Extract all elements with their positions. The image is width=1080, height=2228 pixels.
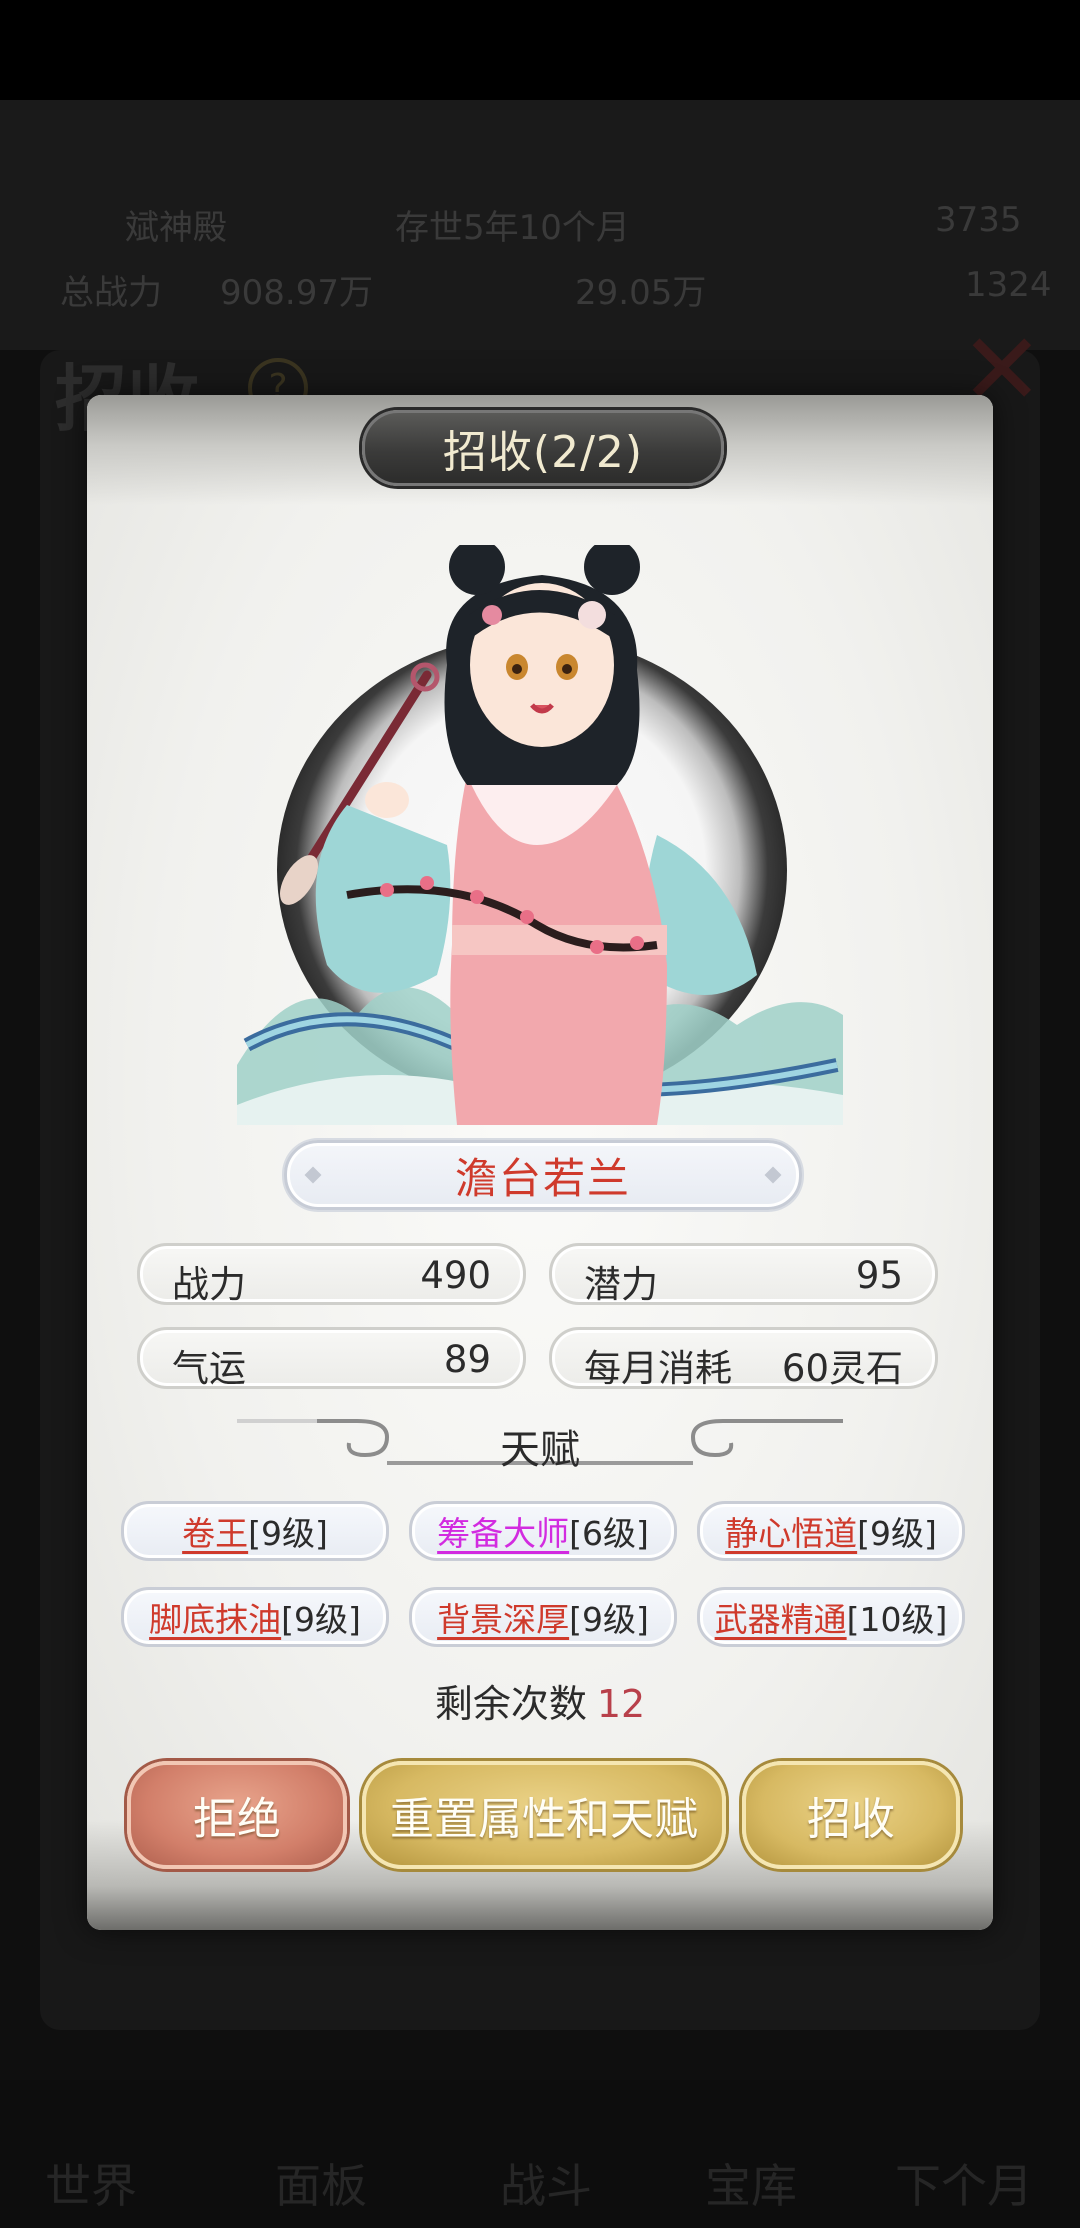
talent-level: [6级] xyxy=(569,1514,649,1553)
talent-section-header: 天赋 xyxy=(237,1415,843,1485)
disciple-name-plate: 澹台若兰 xyxy=(284,1140,802,1210)
stat-label: 每月消耗 xyxy=(584,1347,732,1390)
stat-luck: 气运 89 xyxy=(137,1327,526,1390)
recruit-dialog: 招收(2/2) 澹台若兰 战力 490 潜力 95 气运 89 每月消耗 60灵… xyxy=(87,395,993,1930)
talent-chip[interactable]: 脚底抹油 [9级] xyxy=(121,1587,389,1647)
talent-name: 卷王 xyxy=(182,1514,249,1553)
nav-panel[interactable]: 面板 xyxy=(275,2150,367,2216)
dialog-title: 招收(2/2) xyxy=(362,410,724,486)
talent-chip[interactable]: 武器精通 [10级] xyxy=(697,1587,965,1647)
talent-name: 武器精通 xyxy=(714,1600,847,1639)
talent-chip[interactable]: 静心悟道 [9级] xyxy=(697,1501,965,1561)
total-power-label: 总战力 xyxy=(60,273,162,313)
total-power-value: 908.97万 xyxy=(220,273,373,313)
stat-label: 潜力 xyxy=(584,1263,658,1306)
diamond-ornament-right xyxy=(764,1166,782,1184)
nav-battle[interactable]: 战斗 xyxy=(500,2150,592,2216)
reset-attributes-button[interactable]: 重置属性和天赋 xyxy=(362,1761,726,1869)
disciple-portrait xyxy=(237,545,843,1125)
sect-age: 存世5年10个月 xyxy=(395,208,630,248)
diamond-ornament-left xyxy=(304,1166,322,1184)
disciple-name: 澹台若兰 xyxy=(454,1153,631,1203)
talent-name: 脚底抹油 xyxy=(149,1600,282,1639)
stat-value: 490 xyxy=(420,1254,491,1297)
talent-chip[interactable]: 筹备大师 [6级] xyxy=(409,1501,677,1561)
stat-combat-power: 战力 490 xyxy=(137,1243,526,1306)
recruit-button[interactable]: 招收 xyxy=(742,1761,960,1869)
nav-world[interactable]: 世界 xyxy=(45,2150,137,2216)
sect-name: 斌神殿 xyxy=(125,208,227,248)
talent-chip[interactable]: 卷王 [9级] xyxy=(121,1501,389,1561)
remaining-label: 剩余次数 xyxy=(434,1682,587,1726)
talent-chip[interactable]: 背景深厚 [9级] xyxy=(409,1587,677,1647)
stat-potential: 潜力 95 xyxy=(549,1243,938,1306)
spirit-stone-count: 3735 xyxy=(935,200,1022,240)
remaining-count: 12 xyxy=(596,1682,646,1726)
resource-value: 29.05万 xyxy=(575,273,707,313)
stat-label: 战力 xyxy=(172,1263,246,1306)
remaining-attempts: 剩余次数 12 xyxy=(87,1673,993,1728)
stat-value: 60灵石 xyxy=(781,1347,903,1390)
talent-name: 筹备大师 xyxy=(437,1514,570,1553)
talent-level: [9级] xyxy=(248,1514,328,1553)
talent-name: 静心悟道 xyxy=(725,1514,858,1553)
stat-label: 气运 xyxy=(172,1347,246,1390)
other-resource-value: 1324 xyxy=(965,265,1052,305)
stat-value: 89 xyxy=(443,1338,491,1381)
reject-button[interactable]: 拒绝 xyxy=(127,1761,347,1869)
talent-level: [9级] xyxy=(281,1600,361,1639)
stat-monthly-cost: 每月消耗 60灵石 xyxy=(549,1327,938,1390)
nav-treasury[interactable]: 宝库 xyxy=(705,2150,797,2216)
talent-level: [10级] xyxy=(846,1600,948,1639)
talent-level: [9级] xyxy=(857,1514,937,1553)
nav-next-month[interactable]: 下个月 xyxy=(895,2150,1033,2216)
talent-level: [9级] xyxy=(569,1600,649,1639)
talent-name: 背景深厚 xyxy=(437,1600,570,1639)
character-illustration xyxy=(237,545,843,1125)
sect-header: 斌神殿 存世5年10个月 3735 总战力 908.97万 29.05万 132… xyxy=(0,100,1080,350)
status-bar xyxy=(0,0,1080,100)
talent-header-text: 天赋 xyxy=(500,1427,580,1473)
stat-value: 95 xyxy=(855,1254,903,1297)
